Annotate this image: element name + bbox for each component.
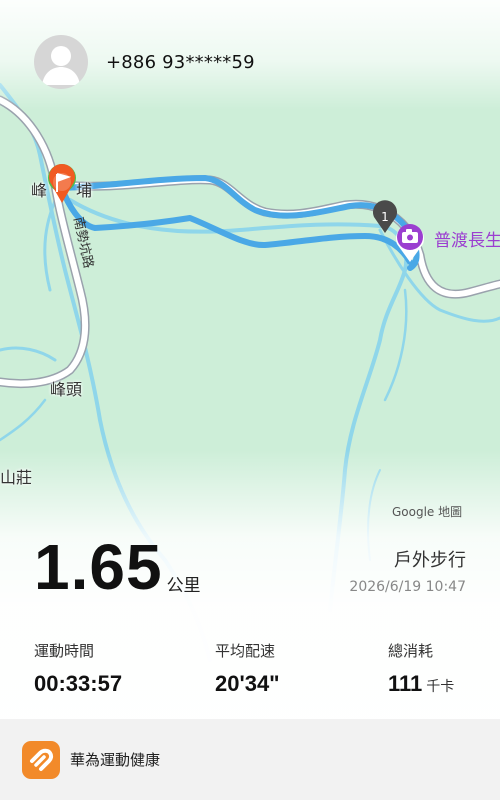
place-label-shanzhuang: 山莊 xyxy=(0,468,33,487)
place-label-pu: 埔 xyxy=(76,181,93,200)
stat-pace-value: 20'34" xyxy=(215,671,280,696)
huawei-health-app-icon[interactable] xyxy=(22,740,60,779)
heart-logo-icon xyxy=(30,748,54,771)
distance-value: 1.65 xyxy=(34,531,163,603)
stat-duration-label: 運動時間 xyxy=(34,642,95,660)
stat-pace: 平均配速 20'34" xyxy=(215,640,280,697)
activity-type: 戶外步行 xyxy=(394,550,466,571)
user-icon xyxy=(42,46,80,85)
map-attribution: Google 地圖 xyxy=(392,505,463,519)
app-bar[interactable]: 華為運動健康 xyxy=(0,719,500,800)
poi-label[interactable]: 普渡長生 xyxy=(434,231,500,251)
place-label-fengtou: 峰頭 xyxy=(50,380,83,399)
stat-pace-label: 平均配速 xyxy=(215,642,276,660)
phone-number: +886 93*****59 xyxy=(106,51,255,73)
stat-duration-value: 00:33:57 xyxy=(34,671,123,696)
stat-calories: 總消耗 111 千卡 xyxy=(388,640,454,697)
stat-calories-value: 111 千卡 xyxy=(388,671,455,696)
app-name: 華為運動健康 xyxy=(70,751,161,769)
user-header: +886 93*****59 xyxy=(34,34,255,90)
distance-block: 1.65 公里 xyxy=(34,532,201,602)
stat-duration: 運動時間 00:33:57 xyxy=(34,640,122,697)
distance-unit: 公里 xyxy=(166,576,201,596)
stat-calories-label: 總消耗 xyxy=(388,642,434,660)
activity-datetime: 2026/6/19 10:47 xyxy=(349,579,466,595)
place-label-feng: 峰 xyxy=(31,181,48,200)
marker-1-number: 1 xyxy=(381,210,389,224)
avatar[interactable] xyxy=(34,35,88,89)
screen: 1 普渡長生 南勢坑路 峰 埔 峰頭 山莊 Google 地圖 +886 93*… xyxy=(0,0,500,800)
stat-calories-unit: 千卡 xyxy=(426,678,455,694)
